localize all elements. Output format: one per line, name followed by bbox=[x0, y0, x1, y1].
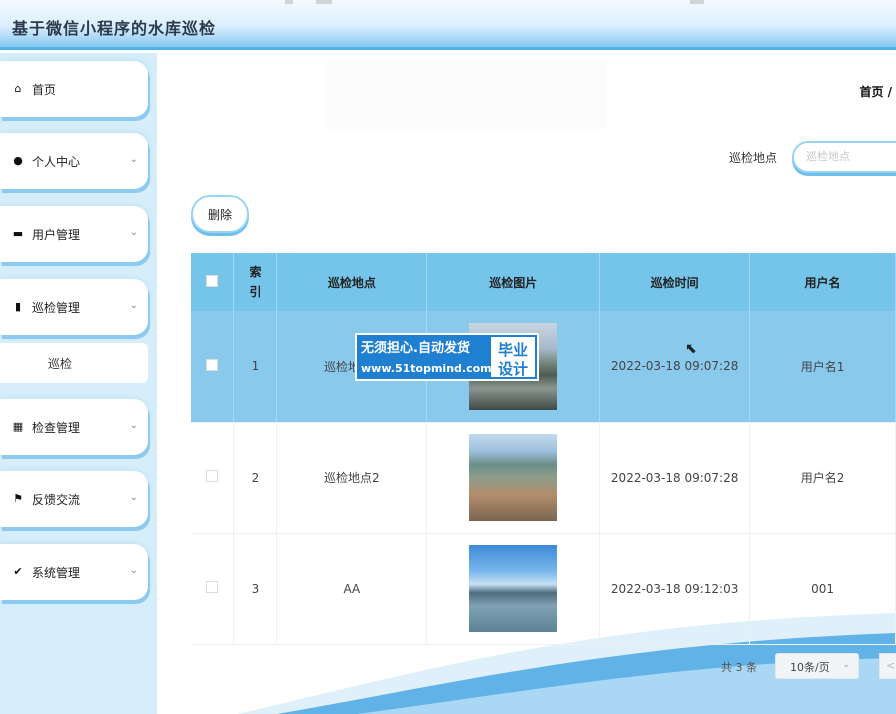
image-cell bbox=[426, 533, 601, 645]
breadcrumb[interactable]: 首页 / bbox=[859, 83, 892, 100]
search-label: 巡检地点 bbox=[729, 151, 778, 165]
username-cell: 001 bbox=[749, 533, 896, 645]
image-cell bbox=[426, 422, 601, 534]
sidebar-item-inspection[interactable]: ▮ 巡检管理 ⌄ bbox=[0, 279, 148, 335]
ghost-panel bbox=[327, 59, 607, 129]
chevron-down-icon: ⌄ bbox=[842, 660, 850, 670]
inspection-photo[interactable] bbox=[469, 545, 558, 632]
watermark-line1: 无须担心.自动发货 bbox=[361, 341, 470, 356]
row-select-cell[interactable] bbox=[191, 422, 235, 534]
time-cell: 2022-03-18 09:07:28 bbox=[599, 311, 751, 423]
app-title: 基于微信小程序的水库巡检 bbox=[12, 19, 217, 38]
table-row[interactable]: 1 巡检地点1 2022-03-18 09:07:28 用户名1 bbox=[191, 311, 896, 423]
index-cell: 1 bbox=[233, 311, 278, 423]
select-all-checkbox[interactable] bbox=[206, 274, 219, 287]
table-row[interactable]: 3 AA 2022-03-18 09:12:03 001 bbox=[191, 533, 896, 645]
header-ghost-bar bbox=[690, 0, 704, 4]
column-header: 巡检图片 bbox=[426, 253, 601, 311]
sidebar-item-system[interactable]: ✔ 系统管理 ⌄ bbox=[0, 544, 148, 600]
watermark-overlay: 无须担心.自动发货 www.51topmind.com 毕业 设计 bbox=[355, 333, 539, 381]
watermark-badge-line1: 毕业 bbox=[497, 341, 528, 359]
search-input[interactable] bbox=[792, 141, 896, 173]
clipboard-check-icon: ✔ bbox=[13, 565, 23, 578]
sidebar-item-users[interactable]: ▬ 用户管理 ⌄ bbox=[0, 206, 148, 262]
sidebar-item-profile[interactable]: ● 个人中心 ⌄ bbox=[0, 133, 148, 189]
username-cell: 用户名1 bbox=[749, 311, 896, 423]
page-size-select[interactable]: 10条/页 ⌄ bbox=[775, 653, 859, 679]
location-cell: AA bbox=[276, 533, 428, 645]
sidebar-item-label: 检查管理 bbox=[32, 420, 81, 435]
index-cell: 2 bbox=[233, 422, 278, 534]
pager-total: 共 3 条 bbox=[721, 661, 757, 674]
time-cell: 2022-03-18 09:07:28 bbox=[599, 422, 751, 534]
sidebar-subitem-label: 巡检 bbox=[48, 356, 73, 371]
chevron-down-icon: ⌄ bbox=[129, 420, 138, 431]
inspection-table: 索引 巡检地点 巡检图片 巡检时间 用户名 1 巡检地点1 2022-03-18… bbox=[191, 253, 896, 645]
row-checkbox[interactable] bbox=[206, 470, 219, 482]
delete-button[interactable]: 删除 bbox=[191, 195, 249, 233]
sidebar-subitem-inspection[interactable]: 巡检 bbox=[0, 343, 148, 383]
book-icon: ▮ bbox=[14, 300, 22, 313]
sidebar-item-feedback[interactable]: ⚑ 反馈交流 ⌄ bbox=[0, 471, 148, 527]
column-header: 巡检时间 bbox=[599, 253, 751, 311]
page-size-value: 10条/页 bbox=[790, 661, 830, 674]
column-header: 索引 bbox=[233, 253, 278, 311]
sidebar-item-home[interactable]: ⌂ 首页 bbox=[0, 61, 148, 117]
flag-icon: ⚑ bbox=[13, 492, 23, 505]
header-ghost-bar bbox=[285, 0, 293, 4]
chevron-down-icon: ⌄ bbox=[129, 154, 138, 165]
user-icon: ● bbox=[13, 154, 23, 167]
location-cell: 巡检地点2 bbox=[276, 422, 428, 534]
index-cell: 3 bbox=[233, 533, 278, 645]
sidebar-item-label: 个人中心 bbox=[32, 154, 81, 169]
sidebar: ⌂ 首页 ● 个人中心 ⌄ ▬ 用户管理 ⌄ ▮ 巡检管理 ⌄ 巡检 ▦ 检查管… bbox=[0, 53, 157, 714]
row-select-cell[interactable] bbox=[191, 311, 235, 423]
chevron-down-icon: ⌄ bbox=[129, 565, 138, 576]
chevron-down-icon: ⌄ bbox=[129, 492, 138, 503]
prev-page-button[interactable]: < bbox=[879, 653, 896, 679]
sidebar-item-label: 用户管理 bbox=[32, 227, 81, 242]
grid-icon: ▦ bbox=[12, 420, 24, 433]
sidebar-item-label: 系统管理 bbox=[32, 565, 81, 580]
column-header: 用户名 bbox=[749, 253, 896, 311]
table-row[interactable]: 2 巡检地点2 2022-03-18 09:07:28 用户名2 bbox=[191, 422, 896, 534]
select-all-cell[interactable] bbox=[191, 253, 235, 311]
watermark-line2: www.51topmind.com bbox=[361, 362, 492, 375]
inspection-photo[interactable] bbox=[469, 434, 558, 521]
main-content: 首页 / 巡检地点 删除 索引 巡检地点 巡检图片 巡检时间 用户名 1 巡检地… bbox=[157, 53, 896, 714]
time-cell: 2022-03-18 09:12:03 bbox=[599, 533, 751, 645]
header-ghost-bar bbox=[316, 0, 332, 4]
sidebar-item-label: 巡检管理 bbox=[32, 300, 81, 315]
sidebar-item-label: 反馈交流 bbox=[32, 492, 81, 507]
monitor-icon: ▬ bbox=[12, 227, 24, 240]
chevron-down-icon: ⌄ bbox=[129, 300, 138, 311]
top-header: 基于微信小程序的水库巡检 bbox=[0, 0, 896, 50]
column-header: 巡检地点 bbox=[276, 253, 428, 311]
username-cell: 用户名2 bbox=[749, 422, 896, 534]
row-checkbox[interactable] bbox=[206, 581, 219, 593]
row-select-cell[interactable] bbox=[191, 533, 235, 645]
mouse-cursor-icon: ⬉ bbox=[685, 341, 697, 357]
sidebar-item-check[interactable]: ▦ 检查管理 ⌄ bbox=[0, 399, 148, 455]
chevron-down-icon: ⌄ bbox=[129, 227, 138, 238]
table-header-row: 索引 巡检地点 巡检图片 巡检时间 用户名 bbox=[191, 253, 896, 311]
home-icon: ⌂ bbox=[14, 82, 22, 95]
watermark-badge-line2: 设计 bbox=[497, 360, 528, 378]
row-checkbox[interactable] bbox=[206, 358, 219, 371]
sidebar-item-label: 首页 bbox=[32, 82, 57, 97]
